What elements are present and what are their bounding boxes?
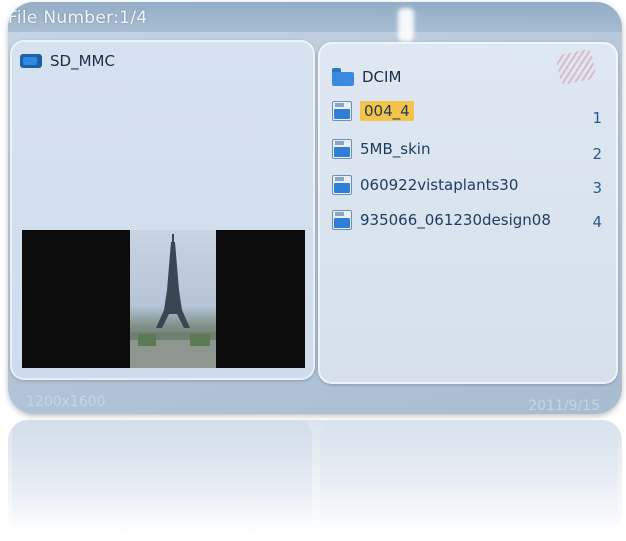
eiffel-tower-image: [130, 234, 216, 368]
file-number-label: File Number:1/4: [8, 8, 148, 28]
file-index: 1: [592, 109, 602, 127]
stamp-mark: [555, 48, 597, 86]
file-row-3[interactable]: 060922vistaplants30: [332, 172, 518, 198]
file-row-2[interactable]: 5MB_skin: [332, 136, 430, 162]
reflection-left: [12, 420, 312, 530]
sd-card-icon: [20, 52, 42, 70]
screen-reflection: [8, 420, 622, 535]
folder-icon: [332, 68, 354, 86]
file-row-4[interactable]: 935066_061230design08: [332, 207, 551, 233]
preview-panel: SD_MMC: [10, 40, 315, 380]
folder-row-dcim[interactable]: DCIM: [332, 64, 401, 90]
device-label: SD_MMC: [50, 52, 115, 70]
preview-photo: [130, 230, 216, 368]
image-file-icon: [332, 101, 352, 121]
image-resolution: 1200x1600: [26, 394, 106, 410]
image-file-icon: [332, 175, 352, 195]
file-label: 935066_061230design08: [360, 211, 551, 229]
image-preview: [22, 230, 305, 368]
file-list-panel: DCIM 004_4 1 5MB_skin 2 060922vistaplant…: [318, 42, 618, 384]
folder-label: DCIM: [362, 68, 402, 86]
file-index: 2: [592, 145, 602, 163]
file-label: 5MB_skin: [360, 140, 431, 158]
file-index: 3: [592, 179, 602, 197]
image-file-icon: [332, 139, 352, 159]
file-row-1[interactable]: 004_4: [332, 98, 414, 124]
screen-glare: [398, 8, 414, 42]
image-file-icon: [332, 210, 352, 230]
image-date: 2011/9/15: [528, 398, 600, 414]
tv-screen: File Number:1/4 SD_MMC DCIM 004_4 1 5MB_…: [8, 2, 622, 414]
file-index: 4: [592, 213, 602, 231]
file-label: 004_4: [360, 101, 414, 121]
device-selector[interactable]: SD_MMC: [20, 52, 115, 70]
reflection-right: [320, 420, 618, 530]
file-label: 060922vistaplants30: [360, 176, 519, 194]
